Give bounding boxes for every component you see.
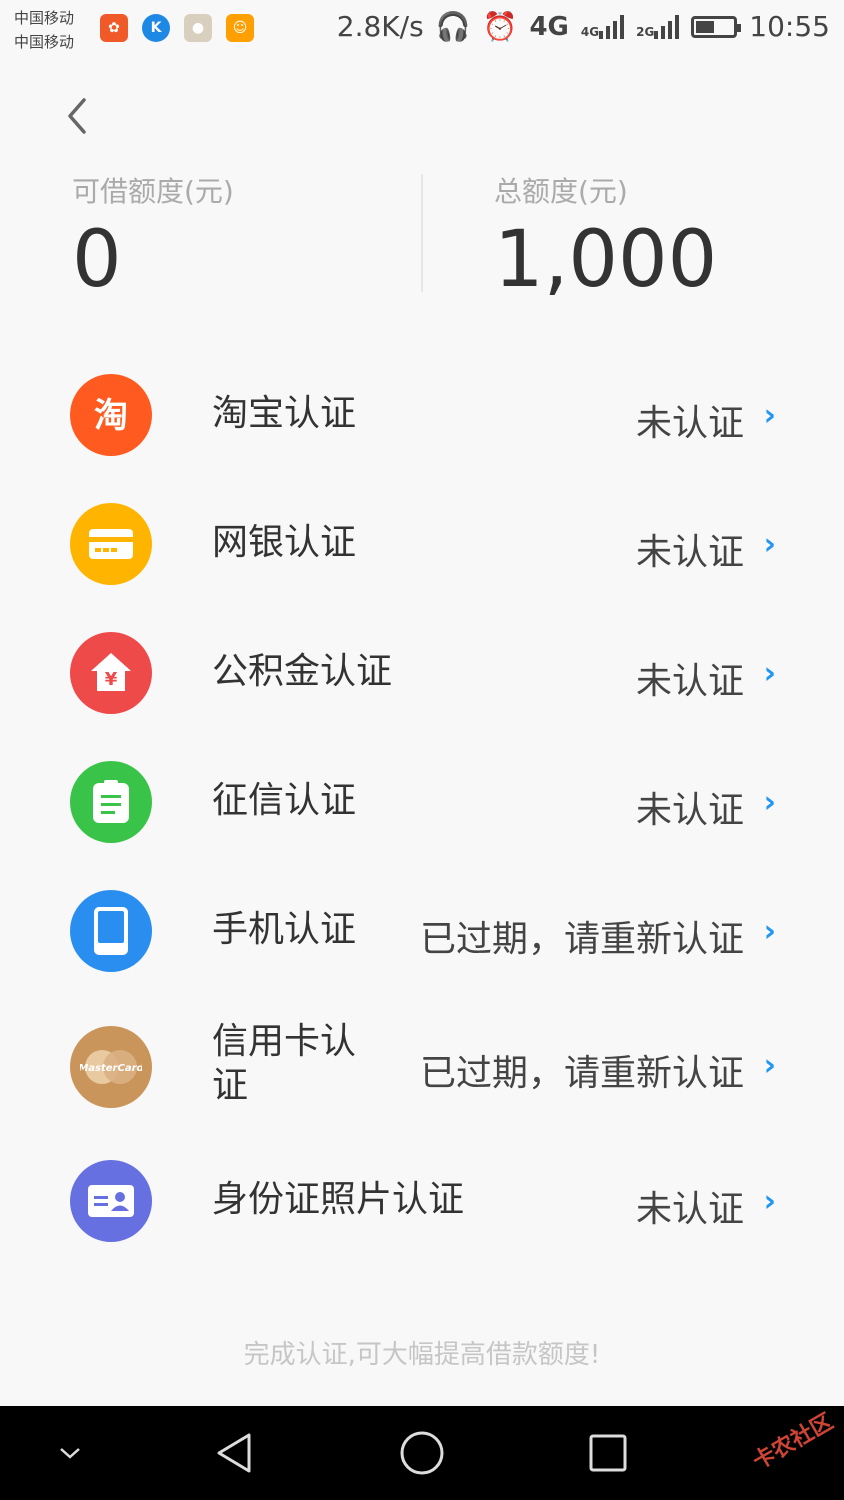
headphones-icon: 🎧 [435, 10, 471, 43]
phone-icon [70, 890, 152, 972]
item-status: 未认证 [635, 1189, 744, 1230]
chevron-right-icon: › [763, 914, 776, 949]
total-credit-label: 总额度(元) [494, 175, 628, 208]
item-status: 未认证 [635, 532, 744, 573]
app-notification-icon: ☺ [226, 14, 254, 42]
chevron-right-icon: › [763, 1184, 776, 1219]
item-title: 征信认证 [212, 780, 357, 821]
carrier-2: 中国移动 [14, 33, 75, 51]
list-item-credit-card[interactable]: MasterCard 信用卡认 证 已过期，请重新认证 › [0, 1004, 844, 1144]
item-title: 淘宝认证 [212, 393, 357, 434]
item-status: 未认证 [635, 661, 744, 702]
item-title: 信用卡认 证 [212, 1021, 357, 1106]
kugou-icon: K [142, 14, 170, 42]
chevron-right-icon: › [763, 785, 776, 820]
divider [421, 174, 423, 292]
chevron-right-icon: › [763, 527, 776, 562]
mastercard-icon: MasterCard [70, 1026, 152, 1108]
chevron-right-icon: › [763, 656, 776, 691]
battery-icon [691, 15, 742, 38]
available-credit-label: 可借额度(元) [72, 175, 234, 208]
square-recents-icon [589, 1434, 627, 1472]
carrier-info: 中国移动 中国移动 [14, 6, 74, 54]
carrier-1: 中国移动 [14, 9, 75, 27]
item-title: 手机认证 [212, 909, 357, 950]
id-card-icon [70, 1160, 152, 1242]
network-type-1: 4G [529, 11, 569, 42]
signal-icon-2: 2G [636, 14, 680, 39]
available-credit: 可借额度(元) 0 [72, 170, 234, 300]
available-credit-value: 0 [72, 215, 122, 305]
circle-home-icon [400, 1431, 444, 1475]
svg-text:淘: 淘 [94, 396, 128, 436]
svg-text:¥: ¥ [105, 669, 118, 690]
notification-icons: ✿ K ● ☺ [100, 14, 254, 42]
svg-text:MasterCard: MasterCard [80, 1063, 142, 1074]
status-bar: 中国移动 中国移动 ✿ K ● ☺ 2.8K/s 🎧 ⏰ 4G 4G 2G 10… [0, 0, 844, 62]
chevron-down-icon [60, 1448, 80, 1459]
bankcard-icon [70, 503, 152, 585]
triangle-back-icon [217, 1433, 251, 1473]
list-item-phone[interactable]: 手机认证 已过期，请重新认证 › [0, 868, 844, 996]
nav-home-button[interactable] [392, 1406, 452, 1500]
hide-nav-button[interactable] [40, 1406, 100, 1500]
item-title: 身份证照片认证 [212, 1179, 465, 1220]
list-item-taobao[interactable]: 淘 淘宝认证 未认证 › [0, 352, 844, 480]
item-status: 未认证 [635, 790, 744, 831]
credit-report-icon [70, 761, 152, 843]
list-item-housing-fund[interactable]: ¥ 公积金认证 未认证 › [0, 610, 844, 738]
list-item-bank[interactable]: 网银认证 未认证 › [0, 481, 844, 609]
alarm-icon: ⏰ [482, 10, 518, 43]
list-item-credit-report[interactable]: 征信认证 未认证 › [0, 739, 844, 867]
footer-hint: 完成认证,可大幅提高借款额度! [243, 1340, 601, 1370]
house-fund-icon: ¥ [70, 632, 152, 714]
chevron-left-icon [68, 98, 86, 134]
system-nav-bar: 卡农社区 [0, 1406, 844, 1500]
clock: 10:55 [749, 10, 830, 43]
status-right: 2.8K/s 🎧 ⏰ 4G 4G 2G 10:55 [337, 10, 830, 43]
list-item-id-card[interactable]: 身份证照片认证 未认证 › [0, 1138, 844, 1266]
chevron-right-icon: › [763, 398, 776, 433]
back-button[interactable] [64, 96, 90, 145]
sim-icon: ● [184, 14, 212, 42]
total-credit-value: 1,000 [494, 215, 718, 305]
chevron-right-icon: › [763, 1048, 776, 1083]
app-notification-icon: ✿ [100, 14, 128, 42]
credit-summary: 可借额度(元) 0 总额度(元) 1,000 [0, 170, 844, 300]
net-speed: 2.8K/s [336, 10, 424, 43]
item-title: 网银认证 [212, 522, 357, 563]
nav-back-button[interactable] [205, 1406, 265, 1500]
item-title: 公积金认证 [212, 651, 393, 692]
item-status: 已过期，请重新认证 [419, 919, 744, 960]
nav-recents-button[interactable] [578, 1406, 638, 1500]
item-status: 未认证 [635, 403, 744, 444]
watermark: 卡农社区 [748, 1409, 838, 1475]
total-credit: 总额度(元) 1,000 [494, 170, 717, 300]
taobao-icon: 淘 [70, 374, 152, 456]
item-status: 已过期，请重新认证 [419, 1053, 744, 1094]
signal-icon: 4G [581, 14, 625, 39]
